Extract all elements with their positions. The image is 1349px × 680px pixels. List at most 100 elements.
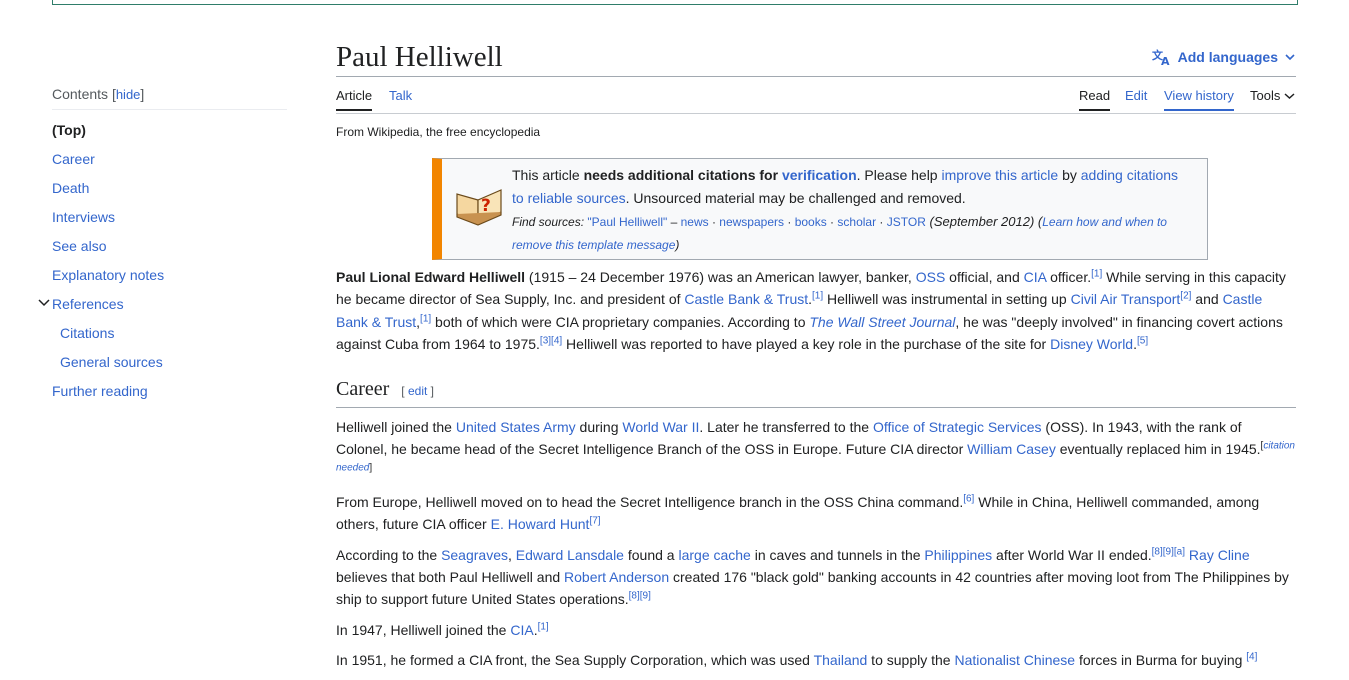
verification-link[interactable]: verification	[782, 167, 857, 183]
ref-link[interactable]: [7]	[589, 516, 600, 527]
nationalist-chinese-link[interactable]: Nationalist Chinese	[954, 652, 1075, 668]
book-question-icon: ?	[456, 189, 502, 226]
toc-item-death[interactable]: Death	[52, 174, 287, 203]
text: Helliwell was reported to have played a …	[562, 336, 1051, 353]
cia-link[interactable]: CIA	[510, 622, 533, 638]
ref-link[interactable]: [1]	[420, 313, 431, 324]
ref-link[interactable]: [1]	[812, 291, 823, 302]
toc-item-career[interactable]: Career	[52, 145, 287, 174]
search-query-link[interactable]: "Paul Helliwell"	[587, 215, 667, 229]
newspapers-link[interactable]: newspapers	[719, 215, 784, 229]
notice-text-bold: needs additional citations for	[583, 167, 782, 183]
tools-menu[interactable]: Tools	[1250, 88, 1295, 109]
civil-air-transport-link[interactable]: Civil Air Transport	[1071, 291, 1181, 307]
ref-link[interactable]: [4]	[551, 336, 562, 347]
toc-item-interviews[interactable]: Interviews	[52, 203, 287, 232]
ref-link[interactable]: [5]	[1137, 336, 1148, 347]
career-paragraph-1: Helliwell joined the United States Army …	[336, 416, 1296, 483]
toc-item-top[interactable]: (Top)	[52, 116, 287, 145]
scholar-link[interactable]: scholar	[837, 215, 876, 229]
ref-link[interactable]: [8]	[629, 591, 640, 602]
chevron-down-icon	[1284, 93, 1295, 100]
oss-link[interactable]: Office of Strategic Services	[873, 419, 1042, 435]
text: eventually replaced him in 1945.	[1055, 441, 1261, 458]
toc-item-explanatory-notes[interactable]: Explanatory notes	[52, 261, 287, 290]
chevron-down-icon[interactable]	[37, 290, 51, 319]
ref-link[interactable]: [6]	[963, 493, 974, 504]
ref-link[interactable]: [9]	[640, 591, 651, 602]
find-sources-label: Find sources:	[512, 215, 585, 229]
bracket: ]	[369, 462, 373, 474]
ref-link[interactable]: [9]	[1163, 546, 1174, 557]
ww2-link[interactable]: World War II	[622, 419, 699, 435]
tools-label: Tools	[1250, 88, 1281, 103]
news-link[interactable]: news	[681, 215, 709, 229]
large-cache-link[interactable]: large cache	[678, 547, 750, 563]
add-languages-label: Add languages	[1177, 49, 1278, 65]
william-casey-link[interactable]: William Casey	[967, 441, 1056, 457]
thailand-link[interactable]: Thailand	[814, 652, 868, 668]
text: both of which were CIA proprietary compa…	[431, 313, 810, 330]
seagraves-link[interactable]: Seagraves	[441, 547, 508, 563]
edit-section-link[interactable]: edit	[408, 384, 427, 398]
text: In 1947, Helliwell joined the	[336, 621, 511, 638]
text: . Later he transferred to the	[699, 418, 873, 435]
tab-edit[interactable]: Edit	[1125, 88, 1147, 109]
tab-view-history[interactable]: View history	[1164, 88, 1234, 111]
ref-link[interactable]: [4]	[1246, 652, 1257, 663]
lansdale-link[interactable]: Edward Lansdale	[516, 547, 624, 563]
wsj-link[interactable]: The Wall Street Journal	[809, 314, 955, 330]
ref-link[interactable]: [8]	[1152, 546, 1163, 557]
disney-world-link[interactable]: Disney World	[1050, 336, 1133, 352]
text: after World War II ended.	[992, 546, 1152, 563]
toc-item-further-reading[interactable]: Further reading	[52, 377, 287, 406]
notice-text-4: . Unsourced material may be challenged a…	[625, 190, 966, 206]
text: officer.	[1046, 269, 1092, 285]
text: found a	[623, 546, 679, 563]
books-link[interactable]: books	[795, 215, 827, 229]
note-link[interactable]: [a]	[1174, 546, 1185, 557]
philippines-link[interactable]: Philippines	[924, 547, 992, 563]
ref-link[interactable]: [3]	[540, 336, 551, 347]
svg-text:A: A	[1161, 55, 1170, 66]
ref-link[interactable]: [2]	[1180, 291, 1191, 302]
castle-bank-link[interactable]: Castle Bank & Trust	[684, 291, 808, 307]
toc-hide-button[interactable]: hide	[116, 87, 141, 102]
tab-talk[interactable]: Talk	[389, 88, 412, 109]
page-tabs: Article Talk Read Edit View history Tool…	[336, 76, 1296, 114]
toc-item-see-also[interactable]: See also	[52, 232, 287, 261]
ref-link[interactable]: [1]	[1091, 268, 1102, 279]
translate-icon: 文 A	[1152, 48, 1170, 66]
ray-cline-link[interactable]: Ray Cline	[1189, 547, 1250, 563]
cia-link[interactable]: CIA	[1024, 269, 1047, 285]
close-paren: )	[675, 238, 680, 252]
robert-anderson-link[interactable]: Robert Anderson	[564, 569, 669, 585]
toc-item-general-sources[interactable]: General sources	[52, 348, 287, 377]
subject-name: Paul Lional Edward Helliwell	[336, 269, 526, 285]
improve-article-link[interactable]: improve this article	[941, 167, 1058, 183]
bracket: [	[401, 383, 408, 398]
toc-title: Contents	[52, 86, 109, 102]
toc-item-citations[interactable]: Citations	[52, 319, 287, 348]
ref-link[interactable]: [1]	[538, 621, 549, 632]
career-paragraph-2: From Europe, Helliwell moved on to head …	[336, 491, 1296, 536]
text: in caves and tunnels in the	[750, 546, 925, 563]
text: and	[1191, 291, 1223, 308]
bracket: ]	[427, 383, 434, 398]
jstor-link[interactable]: JSTOR	[887, 215, 926, 229]
howard-hunt-link[interactable]: E. Howard Hunt	[491, 516, 590, 532]
article-body: Paul Lional Edward Helliwell (1915 – 24 …	[336, 266, 1296, 680]
citation-needed-notice: ? This article needs additional citation…	[432, 158, 1208, 260]
tab-read[interactable]: Read	[1079, 88, 1111, 111]
find-sources-line: Find sources: "Paul Helliwell" – news · …	[512, 214, 1167, 252]
section-edit: [ edit ]	[401, 384, 434, 398]
oss-link[interactable]: OSS	[916, 269, 946, 285]
tab-article[interactable]: Article	[336, 88, 373, 111]
top-frame-border	[52, 0, 1298, 5]
toc-item-references[interactable]: References	[52, 296, 124, 312]
site-subtitle: From Wikipedia, the free encyclopedia	[336, 125, 541, 139]
text: Helliwell was instrumental in setting up	[823, 291, 1071, 308]
text: From Europe, Helliwell moved on to head …	[336, 493, 964, 510]
add-languages-button[interactable]: 文 A Add languages	[1152, 48, 1296, 66]
us-army-link[interactable]: United States Army	[456, 419, 576, 435]
